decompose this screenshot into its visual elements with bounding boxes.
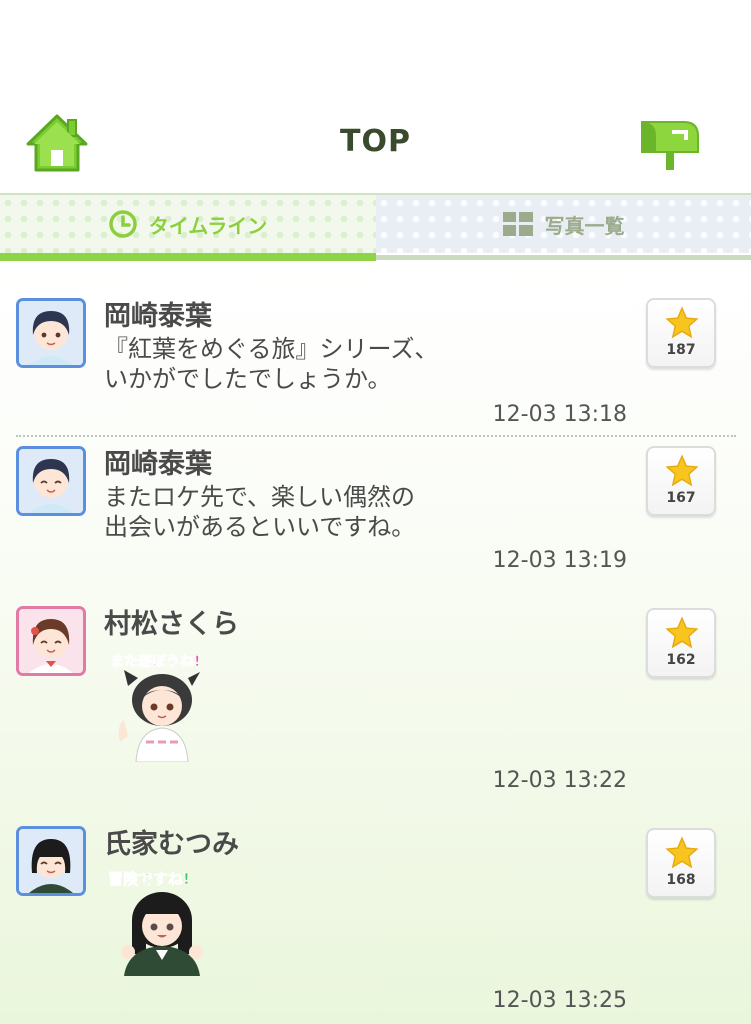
avatar[interactable] — [16, 446, 86, 516]
avatar-okazaki-yasuha-icon — [19, 301, 83, 365]
like-count: 187 — [666, 342, 696, 358]
like-button[interactable]: 168 — [646, 828, 716, 898]
app-header: TOP — [0, 0, 751, 196]
star-icon — [665, 836, 699, 869]
post-timestamp: 12-03 13:22 — [492, 768, 627, 793]
like-button[interactable]: 187 — [646, 298, 716, 368]
avatar-muramatsu-sakura-icon — [19, 609, 83, 673]
avatar-ujiie-mutsumi-icon — [19, 829, 83, 893]
post-message: またロケ先で、楽しい偶然の 出会いがあるといいですね。 — [104, 482, 524, 542]
like-count: 168 — [666, 872, 696, 888]
sticker-image: 冒険ですね! — [106, 864, 216, 980]
avatar-okazaki-yasuha-icon — [19, 449, 83, 513]
poster-name: 氏家むつみ — [104, 829, 239, 860]
tab-photo-list[interactable]: 写真一覧 — [376, 195, 751, 253]
poster-name: 村松さくら — [104, 609, 239, 640]
mailbox-icon — [641, 121, 699, 170]
tab-timeline[interactable]: タイムライン — [0, 195, 376, 253]
avatar[interactable] — [16, 606, 86, 676]
like-count: 162 — [666, 652, 696, 668]
poster-name: 岡崎泰葉 — [104, 449, 212, 480]
tab-active-indicator — [0, 253, 376, 261]
star-icon — [665, 306, 699, 339]
like-count: 167 — [666, 490, 696, 506]
post-timestamp: 12-03 13:18 — [492, 402, 627, 427]
tab-photo-list-label: 写真一覧 — [544, 213, 625, 238]
like-button[interactable]: 167 — [646, 446, 716, 516]
clock-icon — [108, 210, 137, 238]
avatar[interactable] — [16, 298, 86, 368]
sticker-text: また遊ぼうね! — [110, 653, 200, 670]
sticker-image: また遊ぼうね! — [106, 646, 216, 766]
star-icon — [665, 616, 699, 649]
star-icon — [665, 454, 699, 487]
post-timestamp: 12-03 13:25 — [492, 988, 627, 1013]
post-message: 『紅葉をめぐる旅』シリーズ、 いかがでしたでしょうか。 — [104, 334, 524, 394]
like-button[interactable]: 162 — [646, 608, 716, 678]
sticker-text: 冒険ですね! — [108, 870, 190, 888]
post-message-line: またロケ先で、楽しい偶然の — [104, 483, 416, 511]
tab-timeline-label: タイムライン — [148, 213, 268, 238]
post-timestamp: 12-03 13:19 — [492, 548, 627, 573]
post-divider — [16, 435, 736, 437]
grid-icon — [502, 212, 533, 236]
post-message-line: 出会いがあるといいですね。 — [104, 513, 416, 541]
post-message-line: いかがでしたでしょうか。 — [104, 365, 392, 393]
post-message-line: 『紅葉をめぐる旅』シリーズ、 — [104, 335, 439, 363]
avatar[interactable] — [16, 826, 86, 896]
tab-bar: タイムライン 写真一覧 — [0, 195, 751, 261]
tab-inactive-indicator — [376, 255, 751, 260]
timeline-feed[interactable]: 岡崎泰葉 『紅葉をめぐる旅』シリーズ、 いかがでしたでしょうか。 12-03 1… — [0, 266, 751, 1024]
mailbox-button[interactable] — [636, 112, 704, 174]
poster-name: 岡崎泰葉 — [104, 301, 212, 332]
